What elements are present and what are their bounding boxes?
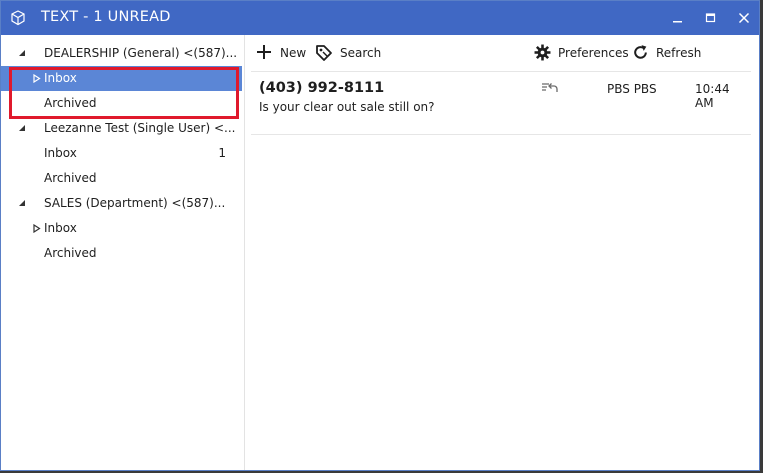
expanded-caret-icon[interactable] <box>18 49 26 57</box>
tree-item-label: Inbox <box>44 221 77 235</box>
cube-icon <box>9 9 27 27</box>
window-title: TEXT - 1 UNREAD <box>41 9 171 25</box>
unread-count: 1 <box>218 146 226 160</box>
collapsed-caret-icon[interactable] <box>33 74 41 83</box>
tree-item-label: Inbox <box>44 146 77 160</box>
tree-item-leezanne-inbox[interactable]: Inbox 1 <box>1 141 242 166</box>
close-button[interactable] <box>731 7 757 29</box>
refresh-icon <box>634 45 647 59</box>
tree-item-dealership-archived[interactable]: Archived <box>1 91 242 116</box>
tree-item-label: Archived <box>44 96 97 110</box>
preferences-label: Preferences <box>558 46 629 60</box>
replied-icon <box>542 83 558 92</box>
gear-icon <box>534 44 551 61</box>
title-bar[interactable]: TEXT - 1 UNREAD <box>1 1 759 35</box>
tree-item-sales-inbox[interactable]: Inbox <box>1 216 242 241</box>
tree-group-leezanne[interactable]: Leezanne Test (Single User) <... <box>1 116 242 141</box>
maximize-icon <box>705 13 716 23</box>
search-label: Search <box>340 46 382 60</box>
refresh-label: Refresh <box>656 46 702 60</box>
minimize-button[interactable] <box>665 7 691 29</box>
tree-group-label: SALES (Department) <(587)... <box>44 196 226 210</box>
message-sender: PBS PBS <box>607 82 657 96</box>
message-row[interactable]: (403) 992-8111 Is your clear out sale st… <box>251 71 751 135</box>
minimize-icon <box>673 21 682 23</box>
expanded-caret-icon[interactable] <box>18 124 26 132</box>
tree-group-label: Leezanne Test (Single User) <... <box>44 121 236 135</box>
folder-tree: DEALERSHIP (General) <(587)... Inbox Arc… <box>1 35 245 470</box>
tree-group-sales[interactable]: SALES (Department) <(587)... <box>1 191 242 216</box>
tree-item-label: Inbox <box>44 71 77 85</box>
plus-icon <box>257 45 271 59</box>
refresh-button[interactable]: Refresh <box>632 43 702 65</box>
preferences-button[interactable]: Preferences <box>534 43 629 65</box>
collapsed-caret-icon[interactable] <box>33 224 41 233</box>
tree-group-label: DEALERSHIP (General) <(587)... <box>44 46 238 60</box>
new-label: New <box>280 46 307 60</box>
tree-item-leezanne-archived[interactable]: Archived <box>1 166 242 191</box>
tree-item-label: Archived <box>44 246 97 260</box>
search-button[interactable]: Search <box>315 43 382 65</box>
tag-icon <box>316 45 332 61</box>
close-icon <box>738 12 750 24</box>
message-time: 10:44 AM <box>695 82 730 110</box>
message-phone: (403) 992-8111 <box>259 80 385 96</box>
new-button[interactable]: New <box>256 43 308 65</box>
message-preview: Is your clear out sale still on? <box>259 100 435 114</box>
tree-item-label: Archived <box>44 171 97 185</box>
tree-group-dealership[interactable]: DEALERSHIP (General) <(587)... <box>1 41 242 66</box>
tree-item-dealership-inbox[interactable]: Inbox <box>1 66 242 91</box>
tree-item-sales-archived[interactable]: Archived <box>1 241 242 266</box>
expanded-caret-icon[interactable] <box>18 199 26 207</box>
maximize-button[interactable] <box>698 7 724 29</box>
text-window: TEXT - 1 UNREAD DEALERSHIP (General) <(5… <box>0 0 760 471</box>
